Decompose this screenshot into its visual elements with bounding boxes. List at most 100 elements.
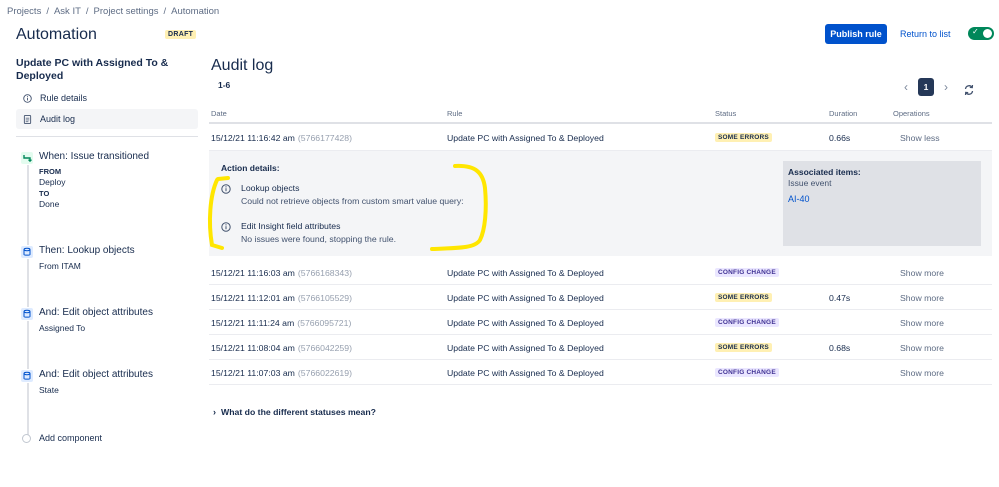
info-icon — [23, 93, 32, 103]
show-more-link[interactable]: Show more — [900, 260, 944, 285]
row-id: (5766105529) — [297, 292, 352, 303]
info-icon — [221, 184, 231, 194]
status-badge: CONFIG CHANGE — [715, 318, 779, 327]
return-to-list-link[interactable]: Return to list — [900, 29, 951, 39]
component-subtitle: From ITAM — [39, 261, 81, 271]
refresh-icon[interactable] — [963, 84, 975, 96]
database-icon — [20, 245, 34, 259]
breadcrumb-project-settings[interactable]: Project settings — [94, 6, 159, 17]
column-header-rule: Rule — [447, 109, 463, 118]
rule-name: Update PC with Assigned To & Deployed — [16, 57, 169, 82]
component-from-label: FROM — [39, 167, 62, 176]
action-details-panel: Action details: Lookup objects Could not… — [209, 151, 992, 256]
draft-badge: DRAFT — [165, 30, 197, 39]
table-row: 15/12/21 11:12:01 am (5766105529) Update … — [209, 285, 992, 310]
row-id: (5766177428) — [297, 132, 352, 143]
page-title: Audit log — [211, 57, 274, 74]
table-row: 15/12/21 11:08:04 am (5766042259) Update … — [209, 335, 992, 360]
table-row: 15/12/21 11:16:03 am (5766168343) Update … — [209, 260, 992, 285]
breadcrumb: Projects / Ask IT / Project settings / Auto… — [7, 6, 220, 17]
chevron-left-icon[interactable]: ‹ — [900, 80, 912, 94]
row-id: (5766095721) — [297, 317, 352, 328]
cell-duration: 0.68s — [829, 342, 851, 353]
row-date: 15/12/21 11:07:03 am — [211, 367, 295, 378]
column-header-date: Date — [211, 109, 227, 118]
database-icon — [20, 307, 34, 321]
show-less-link[interactable]: Show less — [900, 124, 940, 151]
column-header-operations: Operations — [893, 109, 930, 118]
cell-date: 15/12/21 11:16:03 am (5766168343) — [211, 260, 352, 285]
document-icon — [23, 114, 32, 124]
cell-date: 15/12/21 11:16:42 am (5766177428) — [211, 124, 352, 151]
row-date: 15/12/21 11:12:01 am — [211, 292, 295, 303]
chevron-right-icon[interactable]: › — [940, 80, 952, 94]
sidebar-item-rule-details[interactable]: Rule details — [16, 88, 198, 108]
row-date: 15/12/21 11:16:03 am — [211, 267, 295, 278]
cell-rule: Update PC with Assigned To & Deployed — [447, 342, 604, 353]
status-help-toggle[interactable]: › What do the different statuses mean? — [213, 407, 376, 417]
table-row: 15/12/21 11:16:42 am (5766177428) Update … — [209, 124, 992, 151]
check-icon: ✓ — [972, 27, 979, 36]
add-component-button[interactable]: Add component — [22, 433, 102, 443]
cell-status: SOME ERRORS — [715, 335, 772, 360]
rule-enabled-toggle[interactable]: ✓ — [968, 27, 994, 40]
cell-date: 15/12/21 11:11:24 am (5766095721) — [211, 310, 351, 335]
component-to-label: TO — [39, 189, 50, 198]
chevron-right-icon: › — [213, 407, 216, 417]
page-button-current[interactable]: 1 — [918, 78, 934, 96]
breadcrumb-automation[interactable]: Automation — [171, 6, 219, 17]
sidebar-title: Automation — [16, 26, 97, 43]
component-title: And: Edit object attributes — [39, 369, 153, 380]
row-date: 15/12/21 11:08:04 am — [211, 342, 295, 353]
database-icon — [20, 369, 34, 383]
show-more-link[interactable]: Show more — [900, 360, 944, 385]
associated-issue-link[interactable]: AI-40 — [788, 194, 976, 204]
row-date: 15/12/21 11:16:42 am — [211, 132, 295, 143]
row-id: (5766168343) — [297, 267, 352, 278]
show-more-link[interactable]: Show more — [900, 335, 944, 360]
info-icon — [221, 222, 231, 232]
status-help-label: What do the different statuses mean? — [221, 407, 376, 417]
component-subtitle: State — [39, 385, 59, 395]
associated-item-type: Issue event — [788, 178, 832, 188]
cell-duration: 0.66s — [829, 132, 851, 143]
component-to-value: Done — [39, 199, 60, 209]
cell-status: CONFIG CHANGE — [715, 310, 779, 335]
show-more-link[interactable]: Show more — [900, 310, 944, 335]
column-header-status: Status — [715, 109, 737, 118]
toggle-knob — [983, 29, 992, 38]
cell-status: SOME ERRORS — [715, 124, 772, 151]
sidebar-item-label: Rule details — [40, 93, 88, 103]
cell-rule: Update PC with Assigned To & Deployed — [447, 292, 604, 303]
breadcrumb-projects[interactable]: Projects — [7, 6, 41, 17]
action-title: Lookup objects — [241, 183, 300, 193]
action-message: No issues were found, stopping the rule. — [241, 234, 397, 244]
cell-date: 15/12/21 11:07:03 am (5766022619) — [211, 360, 352, 385]
cell-rule: Update PC with Assigned To & Deployed — [447, 132, 604, 143]
action-message: Could not retrieve objects from custom s… — [241, 196, 464, 206]
publish-rule-button[interactable]: Publish rule — [825, 24, 887, 44]
cell-duration: 0.47s — [829, 292, 851, 303]
column-header-duration: Duration — [829, 109, 858, 118]
sidebar-item-label: Audit log — [40, 114, 76, 124]
table-row: 15/12/21 11:11:24 am (5766095721) Update … — [209, 310, 992, 335]
cell-rule: Update PC with Assigned To & Deployed — [447, 367, 604, 378]
trigger-icon — [20, 151, 34, 165]
breadcrumb-ask-it[interactable]: Ask IT — [54, 6, 81, 17]
sidebar-item-audit-log[interactable]: Audit log — [16, 109, 198, 129]
pagination: ‹ 1 › — [900, 78, 952, 96]
component-title: And: Edit object attributes — [39, 307, 153, 318]
sidebar-divider — [16, 136, 198, 137]
row-id: (5766042259) — [297, 342, 352, 353]
show-more-link[interactable]: Show more — [900, 285, 944, 310]
row-date: 15/12/21 11:11:24 am — [211, 317, 295, 328]
add-component-label: Add component — [39, 433, 103, 443]
action-title: Edit Insight field attributes — [241, 221, 341, 231]
cell-rule: Update PC with Assigned To & Deployed — [447, 317, 604, 328]
component-title: Then: Lookup objects — [39, 245, 135, 256]
status-badge: CONFIG CHANGE — [715, 368, 779, 377]
associated-items-panel: Associated items: Issue event AI-40 — [783, 161, 981, 246]
row-id: (5766022619) — [297, 367, 352, 378]
status-badge: SOME ERRORS — [715, 343, 772, 352]
status-badge: SOME ERRORS — [715, 133, 772, 142]
